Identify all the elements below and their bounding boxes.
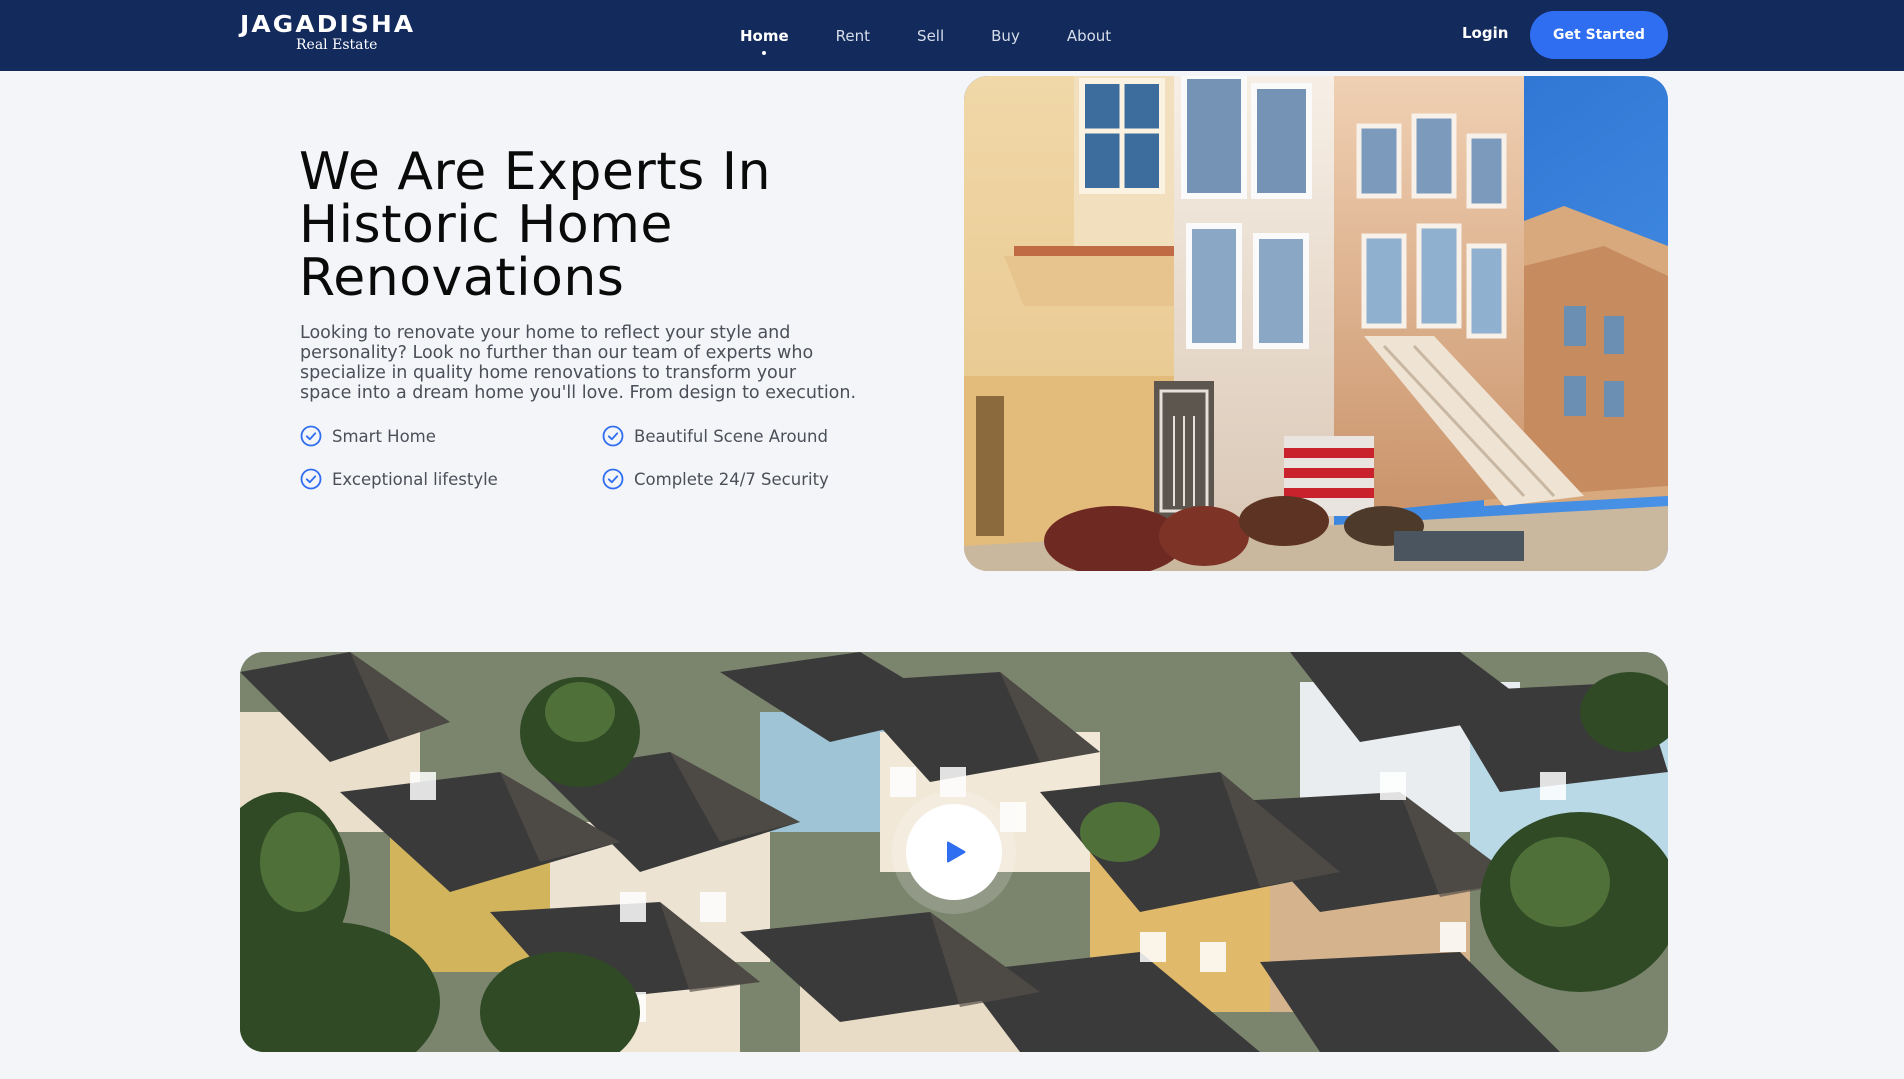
hero-title-line: Renovations bbox=[299, 248, 625, 308]
brand-logo[interactable]: JAGADISHA Real Estate bbox=[240, 14, 440, 53]
get-started-button[interactable]: Get Started bbox=[1530, 11, 1668, 59]
hero-description-line: personality? Look no further than our te… bbox=[300, 343, 814, 363]
feature-list: Smart Home Beautiful Scene Around Except… bbox=[300, 425, 900, 490]
check-circle-icon bbox=[602, 468, 624, 490]
video-thumbnail[interactable] bbox=[240, 652, 1668, 1052]
main-nav: Home Rent Sell Buy About bbox=[740, 0, 1158, 71]
feature-item: Beautiful Scene Around bbox=[602, 425, 900, 447]
top-navbar: JAGADISHA Real Estate Home Rent Sell Buy… bbox=[0, 0, 1904, 71]
feature-label: Beautiful Scene Around bbox=[634, 426, 828, 446]
feature-label: Exceptional lifestyle bbox=[332, 469, 498, 489]
hero-houses-image bbox=[964, 76, 1668, 571]
hero-description-line: Looking to renovate your home to reflect… bbox=[300, 323, 791, 343]
hero-description-line: specialize in quality home renovations t… bbox=[300, 363, 797, 383]
hero-title-line: Historic Home bbox=[299, 195, 673, 255]
feature-label: Complete 24/7 Security bbox=[634, 469, 829, 489]
login-link[interactable]: Login bbox=[1462, 24, 1508, 42]
nav-link-about[interactable]: About bbox=[1067, 27, 1111, 45]
nav-link-home[interactable]: Home bbox=[740, 27, 789, 55]
brand-tagline: Real Estate bbox=[296, 37, 378, 53]
play-video-button[interactable] bbox=[906, 804, 1002, 900]
check-circle-icon bbox=[602, 425, 624, 447]
check-circle-icon bbox=[300, 468, 322, 490]
hero-description: Looking to renovate your home to reflect… bbox=[300, 323, 900, 403]
feature-label: Smart Home bbox=[332, 426, 436, 446]
hero-description-line: space into a dream home you'll love. Fro… bbox=[300, 383, 857, 403]
check-circle-icon bbox=[300, 425, 322, 447]
feature-item: Exceptional lifestyle bbox=[300, 468, 602, 490]
hero-title-line: We Are Experts In bbox=[299, 142, 772, 202]
play-icon bbox=[947, 841, 966, 863]
nav-link-sell[interactable]: Sell bbox=[917, 27, 944, 45]
victorian-houses-photo bbox=[964, 76, 1668, 571]
brand-name: JAGADISHA bbox=[240, 12, 416, 38]
nav-link-rent[interactable]: Rent bbox=[836, 27, 870, 45]
nav-link-buy[interactable]: Buy bbox=[991, 27, 1020, 45]
feature-item: Smart Home bbox=[300, 425, 602, 447]
hero-title: We Are Experts In Historic Home Renovati… bbox=[299, 146, 839, 305]
feature-item: Complete 24/7 Security bbox=[602, 468, 900, 490]
